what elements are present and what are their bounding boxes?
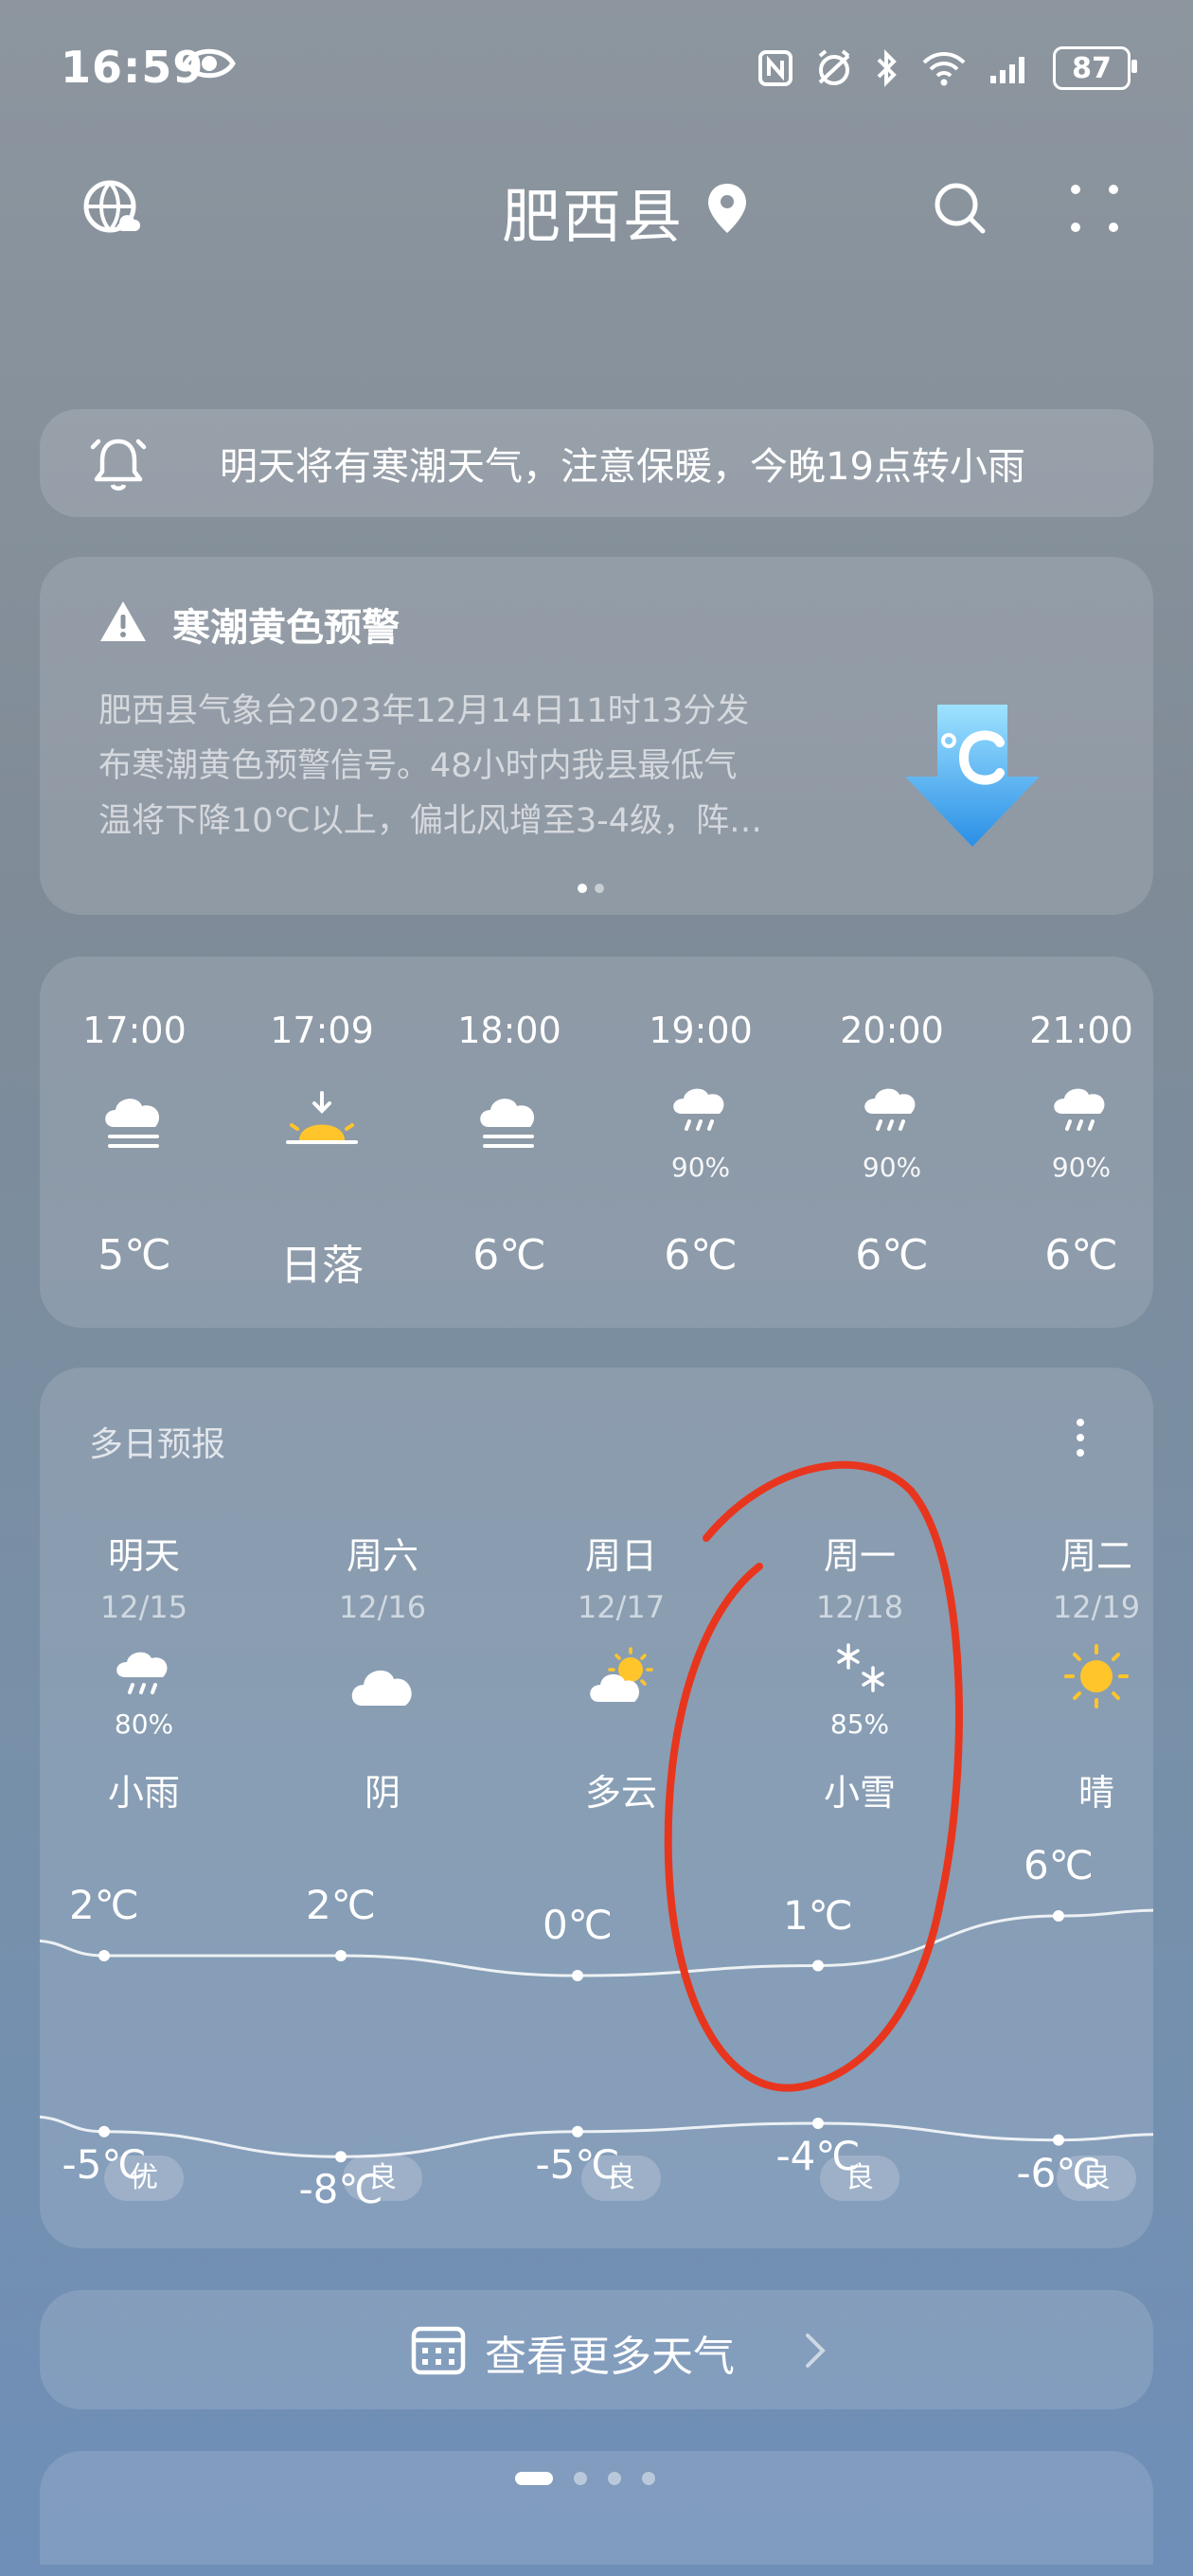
hour-precip: 90% — [1051, 1152, 1112, 1183]
bluetooth-icon — [877, 49, 897, 87]
weather-notice-bar[interactable]: 明天将有寒潮天气，注意保暖，今晚19点转小雨 — [40, 409, 1153, 517]
high-temp-label: 2℃ — [69, 1882, 139, 1928]
light-rain-icon — [864, 1088, 916, 1131]
hour-temp: 5℃ — [98, 1231, 171, 1279]
hour-precip: 90% — [862, 1152, 922, 1183]
wifi-icon — [922, 52, 966, 86]
cloudy-fog-icon — [480, 1099, 535, 1148]
light-rain-icon — [673, 1088, 724, 1131]
cloudy-fog-icon — [105, 1099, 160, 1148]
low-temp-point — [335, 2151, 347, 2163]
high-temp-point — [572, 1970, 583, 1981]
city-name[interactable]: 肥西县 — [502, 169, 684, 254]
sunset-icon — [286, 1091, 358, 1144]
alert-description: 肥西县气象台2023年12月14日11时13分发 布寒潮黄色预警信号。48小时内… — [98, 684, 875, 849]
status-icons: 87 — [757, 42, 1137, 95]
alert-pager — [578, 879, 615, 893]
hour-temp: 日落 — [280, 1242, 364, 1290]
hour-time: 17:09 — [270, 1010, 374, 1051]
light-rain-icon — [1054, 1088, 1105, 1131]
annotation-circle — [664, 1460, 963, 2092]
location-pin-icon — [708, 184, 746, 233]
pager-dot — [515, 2472, 553, 2485]
hour-temp: 6℃ — [1044, 1231, 1118, 1279]
cold-wave-down-arrow-icon — [905, 705, 1040, 847]
notice-text: 明天将有寒潮天气，注意保暖，今晚19点转小雨 — [220, 445, 1025, 489]
hourly-forecast-card[interactable]: 17:00 5℃ 17:09 日落 18:00 6℃ 19:00 90% 6℃ — [40, 957, 1153, 1328]
chevron-right-icon — [806, 2334, 826, 2368]
hour-time: 18:00 — [457, 1010, 561, 1051]
low-temp-point — [572, 2125, 583, 2138]
manage-cities-icon[interactable] — [81, 178, 144, 241]
low-temp-label: -4℃ — [775, 2133, 861, 2179]
pager-dot — [608, 2472, 621, 2485]
warning-icon — [100, 601, 146, 641]
nfc-icon — [758, 50, 792, 86]
hour-temp: 6℃ — [472, 1231, 546, 1279]
multi-day-forecast-card[interactable]: 多日预报 明天 12/15 80% 小雨 优 周六 12/16 阴 良 周日 1… — [40, 1368, 1153, 2248]
battery-indicator: 87 — [1053, 46, 1137, 90]
more-weather-label: 查看更多天气 — [485, 2333, 735, 2381]
high-temp-point — [1053, 1910, 1064, 1922]
low-temp-point — [98, 2125, 110, 2138]
more-weather-button[interactable]: 查看更多天气 — [40, 2290, 1153, 2409]
alert-line: 温将下降10℃以上，偏北风增至3-4级，阵… — [98, 802, 763, 840]
alert-title: 寒潮黄色预警 — [172, 606, 400, 650]
alarm-off-icon — [818, 49, 850, 85]
search-icon[interactable] — [932, 180, 988, 237]
hour-time: 21:00 — [1029, 1010, 1133, 1051]
low-temp-point — [1053, 2134, 1064, 2146]
pager-dot — [642, 2472, 655, 2485]
low-temp-label: -6℃ — [1016, 2149, 1101, 2196]
hour-temp: 6℃ — [664, 1231, 738, 1279]
page-indicator[interactable] — [515, 2468, 655, 2489]
hour-precip: 90% — [670, 1152, 731, 1183]
high-temp-point — [98, 1950, 110, 1961]
low-temp-label: -8℃ — [298, 2166, 383, 2213]
cold-wave-alert-card[interactable]: 寒潮黄色预警 肥西县气象台2023年12月14日11时13分发 布寒潮黄色预警信… — [40, 557, 1153, 915]
high-temp-point — [335, 1950, 347, 1961]
signal-icon — [990, 57, 1024, 83]
reminder-bell-icon — [90, 438, 147, 491]
low-temp-label: -5℃ — [535, 2140, 620, 2188]
alert-line: 布寒潮黄色预警信号。48小时内我县最低气 — [98, 747, 738, 785]
eye-comfort-icon — [183, 48, 236, 79]
hour-time: 20:00 — [840, 1010, 944, 1051]
calendar-icon — [411, 2326, 466, 2375]
alert-line: 肥西县气象台2023年12月14日11时13分发 — [98, 692, 750, 730]
hour-time: 17:00 — [82, 1010, 187, 1051]
more-options-icon[interactable] — [1068, 182, 1121, 235]
high-temp-label: 2℃ — [306, 1882, 376, 1928]
low-temp-label: -5℃ — [62, 2140, 147, 2188]
hour-temp: 6℃ — [855, 1231, 929, 1279]
hour-time: 19:00 — [649, 1010, 753, 1051]
pager-dot — [574, 2472, 587, 2485]
status-bar: 16:59 87 — [0, 0, 1193, 142]
